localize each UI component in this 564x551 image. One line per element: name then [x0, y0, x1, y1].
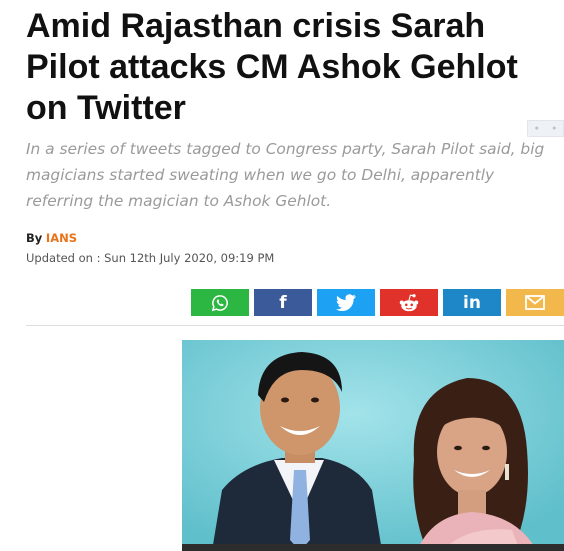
widget-dot-icon: ●: [534, 125, 539, 132]
photo-caption-strip: [182, 544, 564, 551]
share-reddit-button[interactable]: [380, 289, 438, 316]
reddit-icon: [398, 293, 420, 313]
widget-dot-icon: ●: [552, 125, 557, 132]
byline: By IANS: [26, 231, 77, 245]
share-email-button[interactable]: [506, 289, 564, 316]
byline-prefix: By: [26, 231, 43, 245]
author-link[interactable]: IANS: [46, 231, 77, 245]
twitter-icon: [336, 294, 356, 311]
article-photo: [182, 340, 564, 551]
whatsapp-icon: [211, 294, 229, 312]
divider: [26, 325, 564, 326]
article-headline: Amid Rajasthan crisis Sarah Pilot attack…: [26, 7, 518, 127]
facebook-icon: f: [279, 292, 287, 313]
article-standfirst: In a series of tweets tagged to Congress…: [26, 140, 545, 210]
share-twitter-button[interactable]: [317, 289, 375, 316]
updated-timestamp: Updated on : Sun 12th July 2020, 09:19 P…: [26, 251, 275, 265]
linkedin-icon: in: [463, 292, 481, 313]
share-bar: f in: [191, 289, 564, 316]
floating-widget[interactable]: ● ●: [527, 120, 564, 137]
share-whatsapp-button[interactable]: [191, 289, 249, 316]
share-facebook-button[interactable]: f: [254, 289, 312, 316]
email-icon: [525, 295, 545, 310]
share-linkedin-button[interactable]: in: [443, 289, 501, 316]
